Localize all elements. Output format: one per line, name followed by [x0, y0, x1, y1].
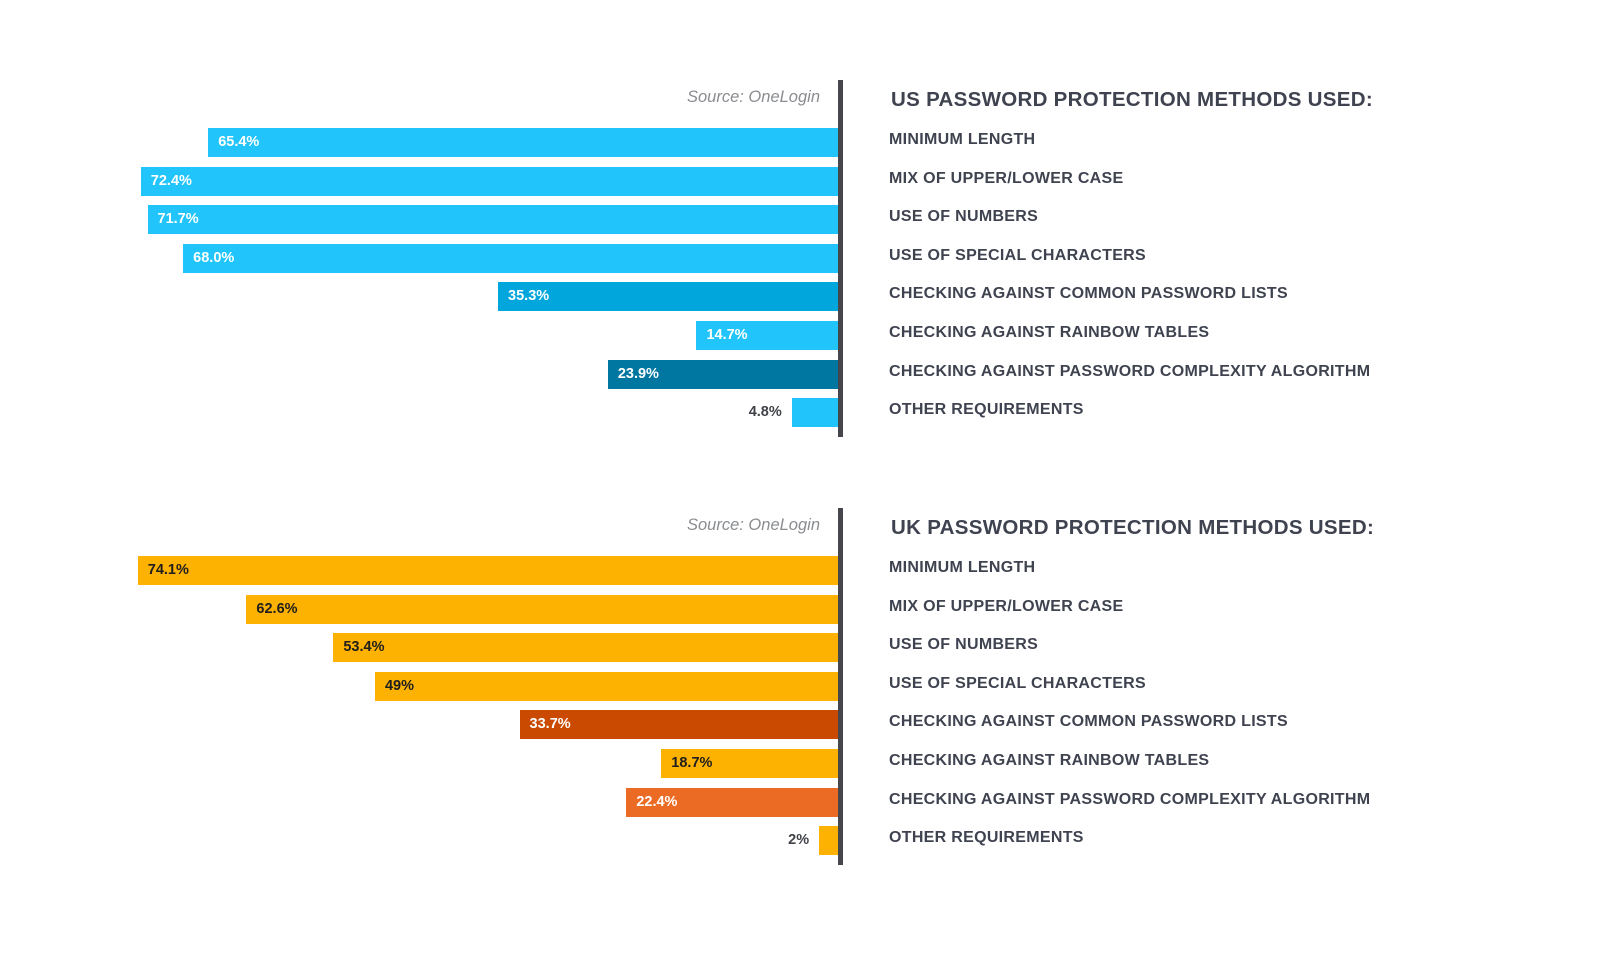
- uk-bar: [246, 594, 838, 624]
- uk-bar: [137, 556, 838, 585]
- uk-value-label: 22.4%: [636, 793, 678, 810]
- us-value-label: 65.4%: [218, 134, 260, 150]
- uk-axis-line: [838, 508, 843, 865]
- us-category-label: OTHER REQUIREMENTS: [889, 401, 1084, 419]
- us-value-label: 68.0%: [193, 249, 235, 266]
- us-value-label: 35.3%: [508, 288, 550, 305]
- us-category-label: CHECKING AGAINST RAINBOW TABLES: [889, 324, 1210, 341]
- uk-category-label: OTHER REQUIREMENTS: [889, 829, 1084, 847]
- uk-chart: Source: OneLogin UK PASSWORD PROTECTION …: [0, 508, 1600, 908]
- us-source: Source: OneLogin: [686, 88, 820, 106]
- us-value-label: 14.7%: [706, 327, 748, 343]
- us-category-label: MINIMUM LENGTH: [889, 131, 1036, 148]
- uk-category-label: CHECKING AGAINST RAINBOW TABLES: [889, 752, 1210, 769]
- us-bar: [147, 205, 838, 235]
- us-axis-line: [838, 80, 843, 437]
- us-value-label: 4.8%: [748, 404, 782, 421]
- uk-value-label: 49%: [384, 677, 414, 694]
- us-category-label: USE OF SPECIAL CHARACTERS: [889, 246, 1147, 264]
- uk-category-label: CHECKING AGAINST COMMON PASSWORD LISTS: [889, 713, 1288, 731]
- uk-value-label: 74.1%: [147, 562, 189, 578]
- us-bar: [140, 166, 838, 196]
- uk-bar: [374, 671, 838, 701]
- uk-value-label: 62.6%: [256, 600, 298, 617]
- us-category-label: CHECKING AGAINST COMMON PASSWORD LISTS: [889, 285, 1288, 303]
- us-chart-title: US PASSWORD PROTECTION METHODS USED:: [891, 88, 1373, 111]
- uk-category-label: USE OF SPECIAL CHARACTERS: [889, 674, 1147, 692]
- us-value-label: 23.9%: [617, 365, 659, 382]
- us-bar: [208, 128, 838, 157]
- uk-bar: [819, 826, 838, 856]
- uk-chart-title: UK PASSWORD PROTECTION METHODS USED:: [891, 516, 1375, 539]
- uk-value-label: 53.4%: [343, 639, 385, 656]
- uk-bar: [333, 633, 838, 663]
- us-chart: Source: OneLogin US PASSWORD PROTECTION …: [0, 80, 1600, 480]
- us-category-label: USE OF NUMBERS: [889, 208, 1039, 226]
- uk-category-label: MIX OF UPPER/LOWER CASE: [889, 597, 1124, 615]
- us-category-label: MIX OF UPPER/LOWER CASE: [889, 169, 1124, 187]
- uk-category-label: MINIMUM LENGTH: [889, 559, 1036, 576]
- us-value-label: 72.4%: [150, 172, 192, 189]
- uk-value-label: 18.7%: [671, 755, 713, 771]
- uk-category-label: USE OF NUMBERS: [889, 636, 1039, 654]
- us-category-label: CHECKING AGAINST PASSWORD COMPLEXITY ALG…: [889, 362, 1371, 380]
- us-bar: [183, 243, 838, 273]
- us-bar: [791, 398, 838, 428]
- us-value-label: 71.7%: [157, 211, 199, 228]
- uk-value-label: 33.7%: [529, 716, 571, 733]
- uk-value-label: 2%: [788, 832, 810, 849]
- uk-category-label: CHECKING AGAINST PASSWORD COMPLEXITY ALG…: [889, 790, 1371, 808]
- uk-source: Source: OneLogin: [686, 516, 820, 534]
